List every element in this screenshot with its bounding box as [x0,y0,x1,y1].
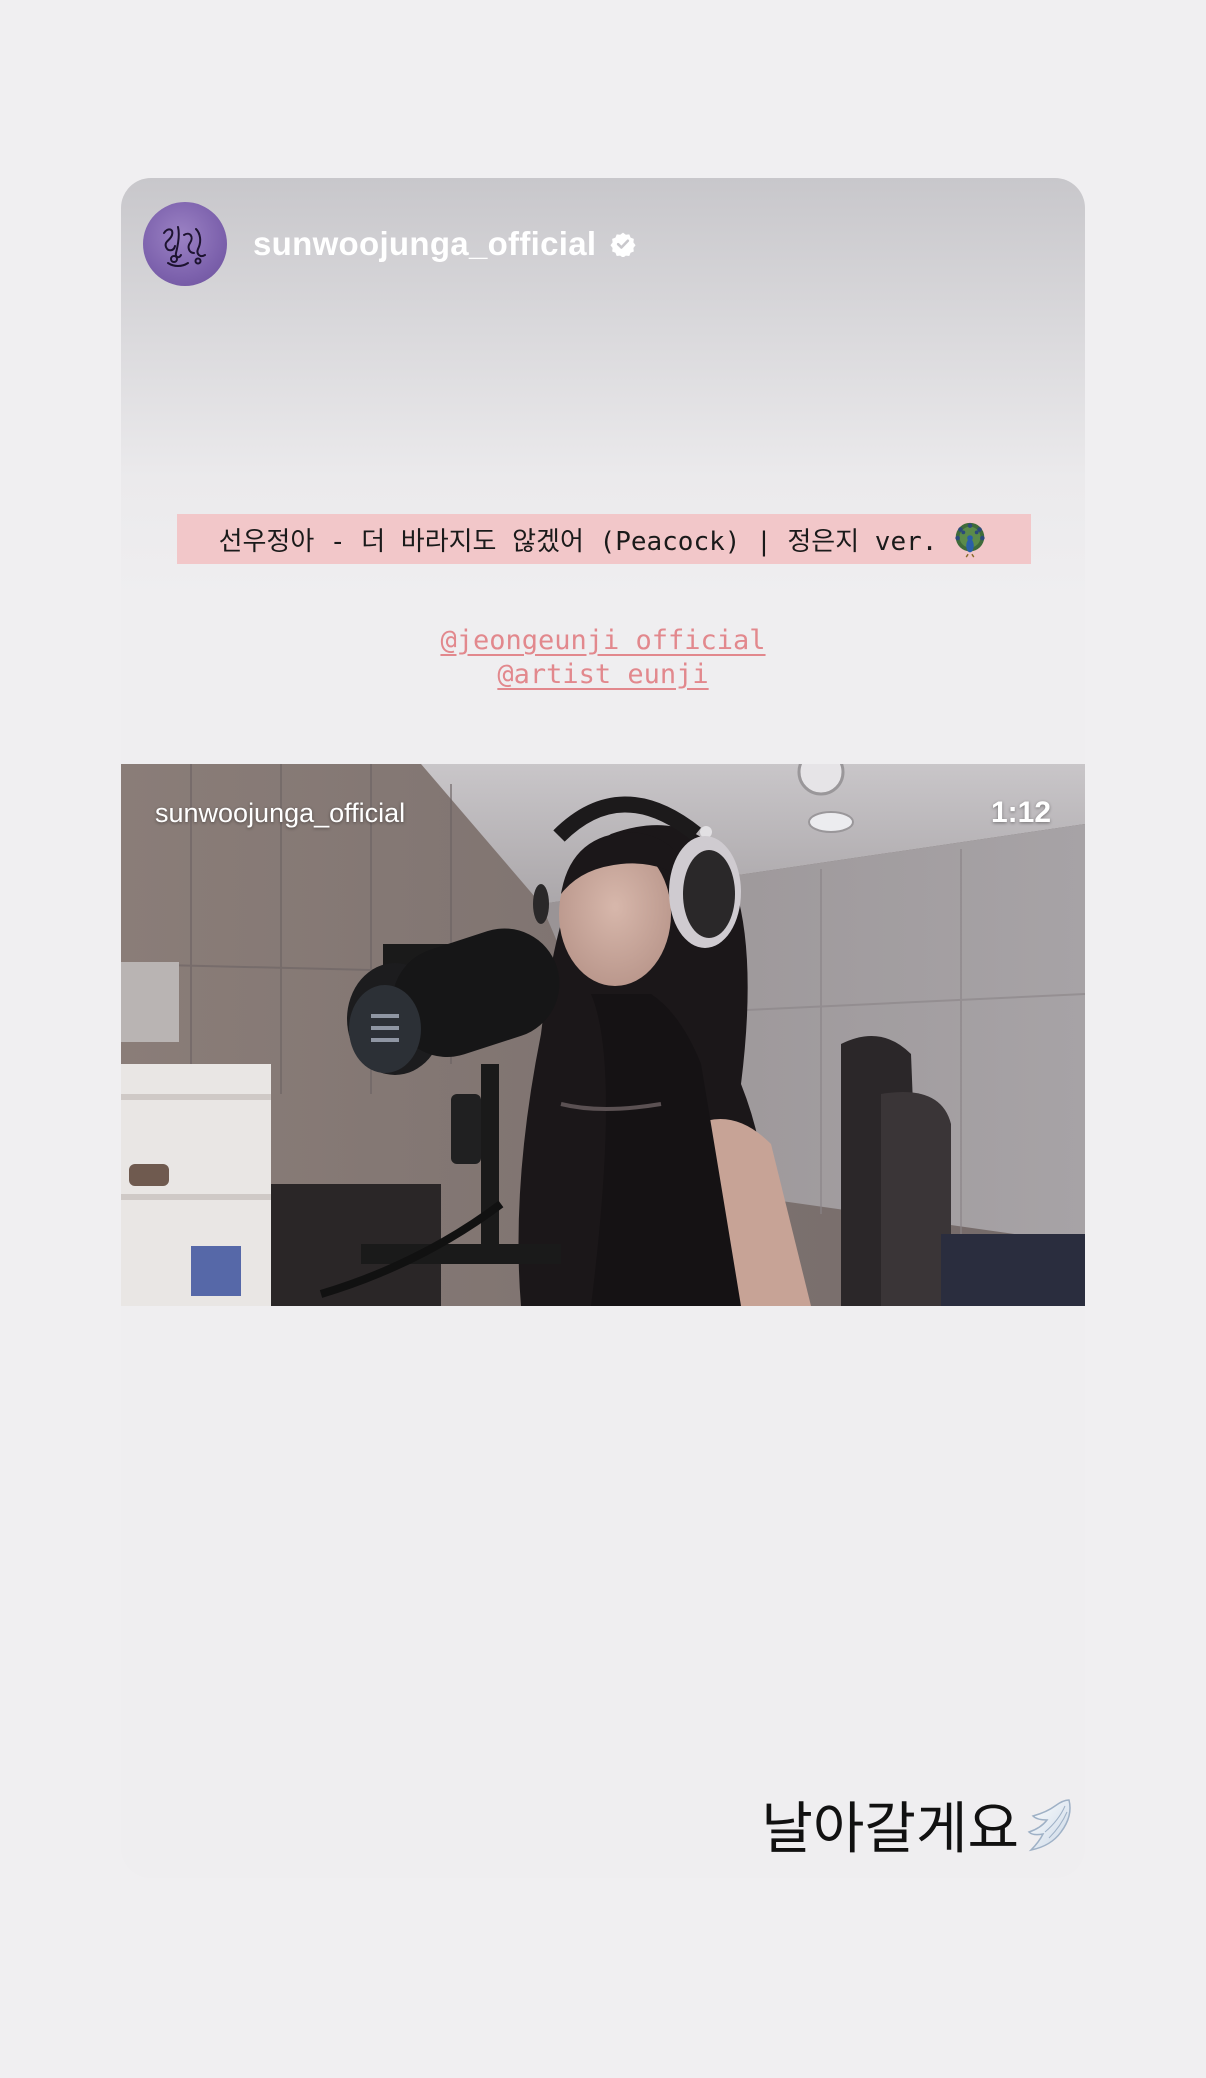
song-title-text: 선우정아 - 더 바라지도 않겠어 (Peacock) | 정은지 ver. [177,514,1031,564]
video-post[interactable]: sunwoojunga_official 1:12 [121,764,1085,1306]
avatar-logo-icon [163,226,206,267]
wing-icon [1027,1798,1071,1851]
post-header[interactable]: sunwoojunga_official [143,202,636,286]
verified-badge-icon [610,232,636,257]
caption: 날아갈게요 [761,1784,1075,1865]
video-username: sunwoojunga_official [155,798,406,828]
mention-artist-eunji[interactable]: @artist_eunji [121,658,1085,692]
video-thumbnail [121,764,1085,1306]
video-duration: 1:12 [990,796,1051,829]
avatar[interactable] [143,202,227,286]
story-card: sunwoojunga_official 선우정아 - 더 바라지도 않겠어 (… [121,178,1085,1878]
username[interactable]: sunwoojunga_official [253,225,596,263]
mention-jeongeunji-official[interactable]: @jeongeunji_official [121,624,1085,658]
peacock-icon [955,522,986,558]
mentions: @jeongeunji_official @artist_eunji [121,624,1085,692]
caption-text: 날아갈게요 [761,1797,1019,1862]
song-title: 선우정아 - 더 바라지도 않겠어 (Peacock) | 정은지 ver. [218,526,938,557]
